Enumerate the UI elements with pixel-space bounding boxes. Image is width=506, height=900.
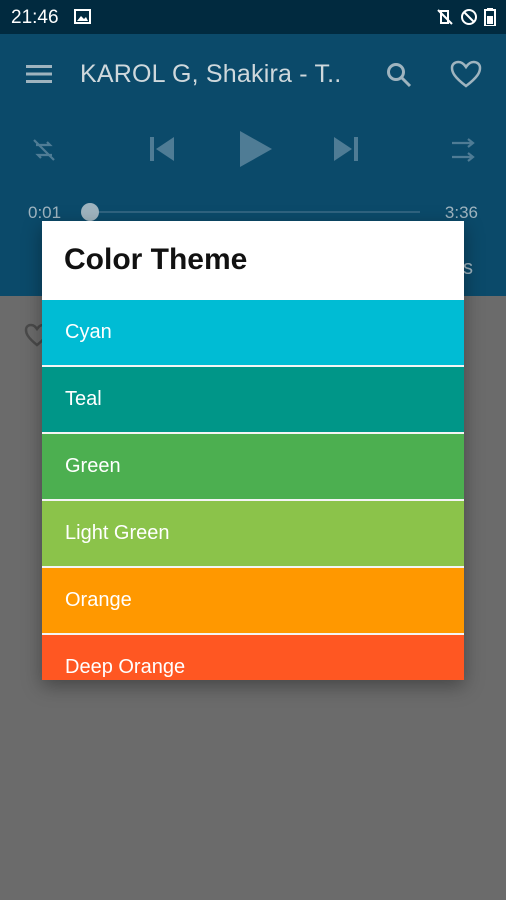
skip-previous-icon[interactable] — [147, 134, 177, 164]
battery-icon — [484, 8, 496, 26]
color-theme-dialog: Color Theme Cyan Teal Green Light Green Oran… — [42, 221, 464, 680]
current-time: 0:01 — [28, 203, 62, 222]
play-icon[interactable] — [238, 129, 274, 169]
favorite-heart-icon[interactable] — [450, 60, 482, 88]
theme-option-cyan[interactable]: Cyan — [42, 300, 464, 367]
seek-bar[interactable] — [90, 211, 420, 213]
side-label: s — [463, 257, 473, 279]
theme-option-label: Green — [65, 455, 121, 477]
theme-option-label: Orange — [65, 589, 132, 611]
theme-list: Cyan Teal Green Light Green Orange Deep Orang… — [42, 300, 464, 680]
theme-option-label: Deep Orange — [65, 656, 186, 678]
seek-thumb[interactable] — [81, 203, 99, 221]
theme-option-label: Cyan — [65, 321, 112, 343]
dialog-title: Color Theme — [64, 243, 248, 276]
image-icon — [74, 9, 91, 24]
menu-icon[interactable] — [26, 63, 52, 85]
theme-option-label: Teal — [65, 388, 102, 410]
theme-option-deep-orange[interactable]: Deep Orange — [42, 635, 464, 680]
repeat-off-icon[interactable] — [30, 136, 58, 164]
status-bar: 21:46 — [0, 0, 506, 34]
status-time: 21:46 — [11, 7, 59, 28]
theme-option-green[interactable]: Green — [42, 434, 464, 501]
mute-vibrate-icon — [437, 9, 453, 25]
skip-next-icon[interactable] — [331, 134, 361, 164]
theme-option-label: Light Green — [65, 522, 170, 544]
theme-option-orange[interactable]: Orange — [42, 568, 464, 635]
search-icon[interactable] — [386, 62, 412, 88]
theme-option-teal[interactable]: Teal — [42, 367, 464, 434]
song-title: KAROL G, Shakira - T.. — [80, 60, 342, 88]
theme-option-light-green[interactable]: Light Green — [42, 501, 464, 568]
do-not-disturb-icon — [461, 9, 477, 25]
shuffle-icon[interactable] — [450, 137, 478, 163]
total-time: 3:36 — [444, 203, 478, 222]
